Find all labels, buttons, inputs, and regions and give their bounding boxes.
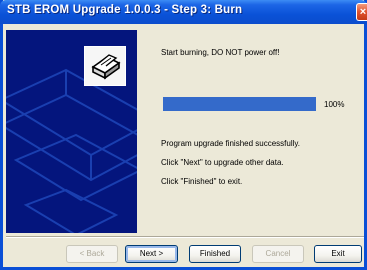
burn-start-message: Start burning, DO NOT power off!: [161, 48, 280, 57]
success-message: Program upgrade finished successfully.: [161, 139, 301, 148]
exit-button[interactable]: Exit: [314, 245, 362, 263]
button-divider: [6, 236, 364, 238]
finished-button[interactable]: Finished: [189, 245, 241, 263]
printer-icon: [84, 46, 126, 86]
wizard-side-panel: [6, 30, 137, 233]
next-hint: Click "Next" to upgrade other data.: [161, 158, 284, 167]
progress-fill: [163, 97, 316, 111]
window-title: STB EROM Upgrade 1.0.0.3 - Step 3: Burn: [7, 4, 243, 16]
next-button[interactable]: Next >: [125, 245, 178, 263]
title-bar[interactable]: STB EROM Upgrade 1.0.0.3 - Step 3: Burn …: [0, 0, 367, 24]
burn-progress-bar: [163, 97, 316, 111]
finish-hint: Click "Finished" to exit.: [161, 177, 243, 186]
close-icon[interactable]: ×: [356, 3, 367, 21]
back-button[interactable]: < Back: [66, 245, 118, 263]
cancel-button[interactable]: Cancel: [252, 245, 304, 263]
progress-percent: 100%: [324, 100, 345, 109]
upgrade-wizard-window: STB EROM Upgrade 1.0.0.3 - Step 3: Burn …: [0, 0, 367, 270]
